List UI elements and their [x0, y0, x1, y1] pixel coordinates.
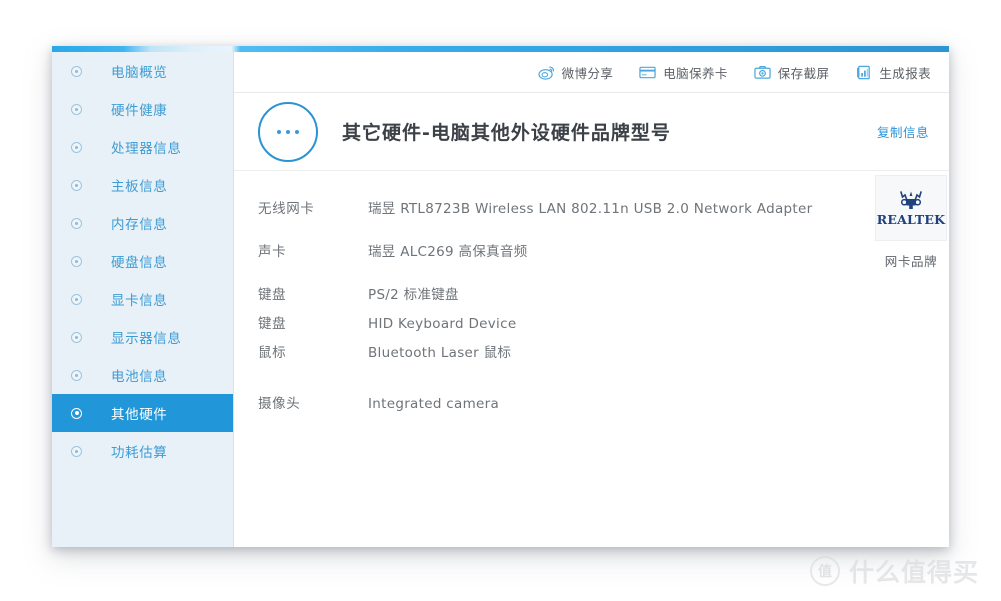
- app-window: 电脑概览 硬件健康 处理器信息 主板信息 内存信息 硬盘信息 显卡信息 显示器信…: [52, 46, 949, 547]
- hardware-spec-list: 无线网卡 瑞昱 RTL8723B Wireless LAN 802.11n US…: [234, 171, 949, 413]
- spec-row-wireless-adapter: 无线网卡 瑞昱 RTL8723B Wireless LAN 802.11n US…: [234, 197, 949, 218]
- network-card-brand: REALTEK 网卡品牌: [875, 175, 947, 270]
- spec-value: Bluetooth Laser 鼠标: [368, 345, 512, 361]
- sidebar-item-label: 功耗估算: [111, 445, 168, 461]
- camera-icon: [754, 65, 771, 79]
- spec-value: PS/2 标准键盘: [368, 287, 459, 303]
- weibo-share-label: 微博分享: [561, 65, 614, 81]
- spec-row-keyboard-ps2: 键盘 PS/2 标准键盘: [234, 283, 949, 312]
- maintenance-card-label: 电脑保养卡: [663, 65, 728, 81]
- brand-wordmark: REALTEK: [876, 212, 946, 227]
- copy-info-link[interactable]: 复制信息: [877, 122, 929, 141]
- sidebar-item-label: 主板信息: [111, 179, 168, 195]
- maintenance-card-button[interactable]: 电脑保养卡: [639, 63, 728, 82]
- sidebar-item-label: 处理器信息: [111, 141, 182, 157]
- sidebar-item-label: 其他硬件: [111, 407, 168, 423]
- spec-label: 键盘: [258, 316, 287, 332]
- spec-value: 瑞昱 RTL8723B Wireless LAN 802.11n USB 2.0…: [368, 201, 813, 217]
- dot: [286, 129, 290, 134]
- sidebar-item-label: 显示器信息: [111, 331, 182, 347]
- dot: [295, 129, 299, 134]
- sidebar-item-label: 硬件健康: [111, 103, 168, 119]
- radio-dot-icon: [71, 255, 82, 267]
- radio-dot-icon: [71, 217, 82, 229]
- sidebar-item-monitor-info[interactable]: 显示器信息: [52, 318, 233, 356]
- sidebar-item-label: 电池信息: [111, 369, 168, 385]
- spec-row-camera: 摄像头 Integrated camera: [234, 392, 949, 413]
- sidebar-item-cpu-info[interactable]: 处理器信息: [52, 128, 233, 166]
- sidebar-item-label: 硬盘信息: [111, 255, 168, 271]
- brand-caption: 网卡品牌: [884, 254, 938, 269]
- radio-dot-icon: [71, 369, 82, 381]
- sidebar-item-hardware-health[interactable]: 硬件健康: [52, 90, 233, 128]
- radio-dot-icon: [71, 293, 82, 305]
- sidebar-item-disk-info[interactable]: 硬盘信息: [52, 242, 233, 280]
- generate-report-button[interactable]: 生成报表: [855, 63, 931, 82]
- watermark-badge: 值: [809, 556, 840, 586]
- spec-row-mouse: 鼠标 Bluetooth Laser 鼠标: [234, 341, 949, 370]
- spec-value: Integrated camera: [368, 396, 500, 412]
- brand-logo-box: REALTEK: [875, 175, 947, 241]
- sidebar-item-label: 内存信息: [111, 217, 168, 233]
- content-panel: 微博分享 电脑保养卡 保存截屏 生成报表 其它硬件-电脑其他外设硬件品牌型号 复…: [234, 52, 949, 547]
- spec-label: 声卡: [258, 244, 287, 260]
- spec-row-sound-card: 声卡 瑞昱 ALC269 高保真音频: [234, 240, 949, 261]
- sidebar-item-memory-info[interactable]: 内存信息: [52, 204, 233, 242]
- weibo-share-button[interactable]: 微博分享: [538, 63, 614, 82]
- realtek-crest-icon: [900, 191, 922, 209]
- sidebar-item-battery-info[interactable]: 电池信息: [52, 356, 233, 394]
- three-dots-circle-icon: [258, 101, 318, 162]
- watermark: 值 什么值得买: [809, 553, 979, 589]
- sidebar-nav: 电脑概览 硬件健康 处理器信息 主板信息 内存信息 硬盘信息 显卡信息 显示器信…: [52, 52, 234, 547]
- spec-row-keyboard-hid: 键盘 HID Keyboard Device: [234, 312, 949, 341]
- radio-dot-icon: [71, 331, 82, 343]
- three-dots-group: [277, 129, 299, 134]
- save-screenshot-button[interactable]: 保存截屏: [754, 63, 830, 82]
- generate-report-label: 生成报表: [879, 65, 931, 81]
- save-screenshot-label: 保存截屏: [777, 65, 830, 81]
- page-header: 其它硬件-电脑其他外设硬件品牌型号 复制信息: [234, 93, 949, 171]
- spec-label: 摄像头: [258, 396, 301, 412]
- sidebar-item-label: 电脑概览: [111, 65, 168, 81]
- report-icon: [857, 65, 871, 79]
- radio-dot-icon: [71, 103, 82, 115]
- sidebar-item-motherboard-info[interactable]: 主板信息: [52, 166, 233, 204]
- sidebar-item-label: 显卡信息: [111, 293, 168, 309]
- watermark-text: 什么值得买: [848, 558, 979, 587]
- radio-dot-icon: [71, 141, 82, 153]
- spec-value: HID Keyboard Device: [368, 316, 517, 332]
- radio-dot-icon: [71, 179, 82, 191]
- radio-dot-icon: [71, 407, 82, 419]
- toolbar: 微博分享 电脑保养卡 保存截屏 生成报表: [234, 52, 949, 93]
- dot: [277, 129, 281, 134]
- sidebar-item-other-hardware[interactable]: 其他硬件: [52, 394, 233, 432]
- radio-dot-icon: [71, 65, 82, 77]
- card-icon: [639, 66, 656, 78]
- spec-label: 无线网卡: [258, 201, 315, 217]
- sidebar-item-power-estimate[interactable]: 功耗估算: [52, 432, 233, 470]
- spec-label: 键盘: [258, 287, 287, 303]
- spec-value: 瑞昱 ALC269 高保真音频: [368, 244, 528, 260]
- weibo-icon: [538, 65, 554, 80]
- page-title: 其它硬件-电脑其他外设硬件品牌型号: [342, 122, 671, 144]
- radio-dot-icon: [71, 445, 82, 457]
- sidebar-item-gpu-info[interactable]: 显卡信息: [52, 280, 233, 318]
- spec-label: 鼠标: [258, 345, 287, 361]
- sidebar-item-computer-overview[interactable]: 电脑概览: [52, 52, 233, 90]
